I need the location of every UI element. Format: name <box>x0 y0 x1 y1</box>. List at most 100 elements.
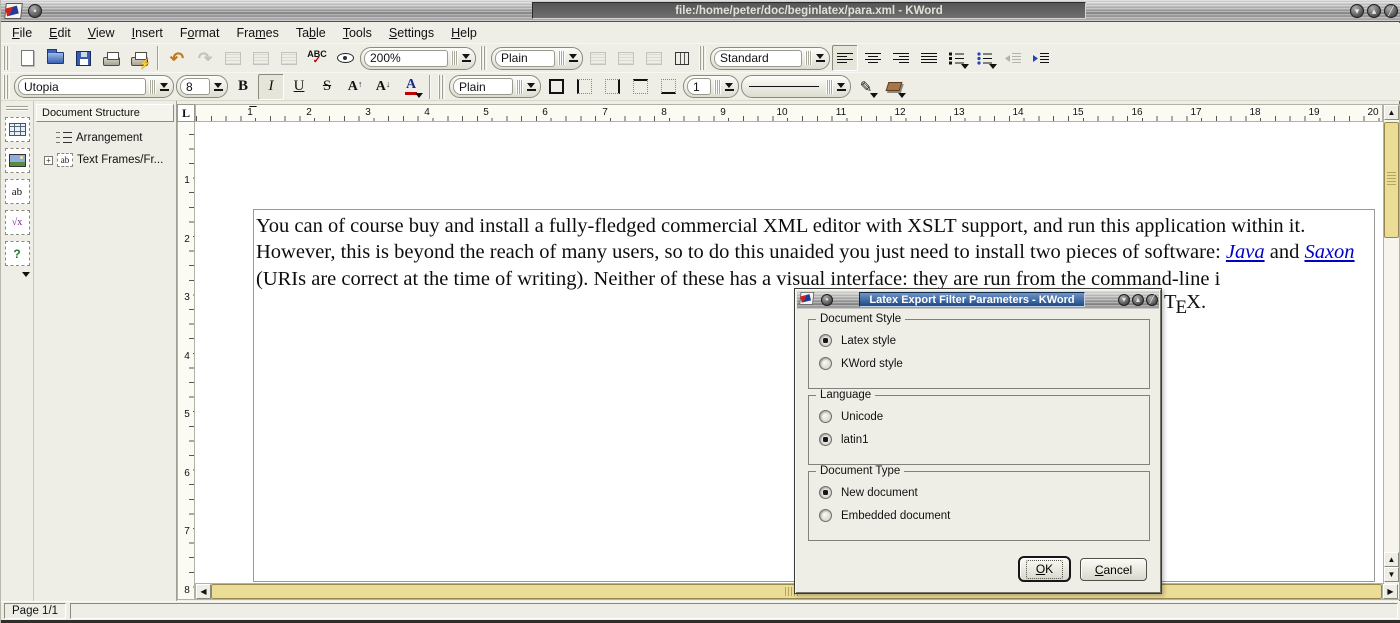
ok-button[interactable]: OK <box>1018 556 1071 582</box>
chevron-down-icon[interactable] <box>159 83 169 91</box>
chevron-down-icon[interactable] <box>526 83 536 91</box>
radio-icon[interactable] <box>819 433 832 446</box>
maximize-button[interactable]: ▴ <box>1367 4 1381 18</box>
named-style-combobox[interactable]: Standard <box>710 47 830 70</box>
window-titlebar[interactable]: • file:/home/peter/doc/beginlatex/para.x… <box>1 0 1400 22</box>
saxon-link[interactable]: Saxon <box>1304 241 1354 263</box>
document-canvas[interactable]: You can of course buy and install a full… <box>195 122 1383 583</box>
border-top-button[interactable] <box>627 74 653 100</box>
chevron-down-icon[interactable] <box>815 54 825 62</box>
tree-item-arrangement[interactable]: Arrangement <box>56 130 176 145</box>
toolbar-handle[interactable] <box>480 46 487 70</box>
new-document-button[interactable] <box>14 45 40 71</box>
insert-text-frame-button[interactable]: ab <box>5 179 30 204</box>
line-style-combobox[interactable] <box>741 75 851 98</box>
toolbar-handle[interactable] <box>3 46 10 70</box>
dialog-titlebar[interactable]: • Latex Export Filter Parameters - KWord… <box>797 291 1159 309</box>
chevron-down-icon[interactable] <box>989 64 997 69</box>
align-right-button[interactable] <box>888 45 914 71</box>
border-style-combobox[interactable]: Plain <box>449 75 541 98</box>
chevron-down-icon[interactable] <box>461 54 471 62</box>
radio-icon[interactable] <box>819 357 832 370</box>
numbered-list-button[interactable] <box>944 45 970 71</box>
menu-format[interactable]: Format <box>180 26 220 40</box>
scroll-left-button[interactable]: ◀ <box>196 584 211 599</box>
menu-file[interactable]: File <box>12 26 32 40</box>
chevron-down-icon[interactable] <box>870 93 878 98</box>
menu-view[interactable]: View <box>88 26 115 40</box>
radio-new-document[interactable]: New document <box>819 486 918 499</box>
toolbar-handle[interactable] <box>3 75 10 99</box>
radio-icon[interactable] <box>819 486 832 499</box>
toolbar-overflow-icon[interactable] <box>22 272 30 277</box>
chevron-down-icon[interactable] <box>415 93 423 98</box>
vertical-scrollbar[interactable]: ▲ ▲ ▼ <box>1383 104 1400 600</box>
align-center-button[interactable] <box>860 45 886 71</box>
print-preview-button[interactable]: ⚡ <box>126 45 152 71</box>
radio-unicode[interactable]: Unicode <box>819 410 883 423</box>
insert-formula-button[interactable]: √x <box>5 210 30 235</box>
menu-help[interactable]: Help <box>451 26 477 40</box>
columns-button[interactable] <box>669 45 695 71</box>
menu-frames[interactable]: Frames <box>236 26 278 40</box>
insert-object-button[interactable]: ? <box>5 241 30 266</box>
sticky-button[interactable]: • <box>28 4 42 18</box>
increase-indent-button[interactable] <box>1028 45 1054 71</box>
toolbar-handle[interactable] <box>699 46 706 70</box>
radio-icon[interactable] <box>819 410 832 423</box>
border-right-button[interactable] <box>599 74 625 100</box>
radio-latex-style[interactable]: Latex style <box>819 334 896 347</box>
insert-picture-button[interactable] <box>5 148 30 173</box>
undo-button[interactable]: ↶ <box>164 45 190 71</box>
align-left-button[interactable] <box>832 45 858 71</box>
radio-icon[interactable] <box>819 509 832 522</box>
menu-tools[interactable]: Tools <box>343 26 372 40</box>
toolbar-handle[interactable] <box>438 75 445 99</box>
dialog-minimize-button[interactable]: ▾ <box>1118 294 1130 306</box>
horizontal-scrollbar[interactable]: ◀ <box>195 583 1383 600</box>
align-justify-button[interactable] <box>916 45 942 71</box>
scroll-up-button[interactable]: ▲ <box>1384 105 1399 120</box>
horizontal-ruler[interactable]: 1 2 3 4 5 6 7 8 9 10 11 12 13 14 15 16 1… <box>195 104 1383 122</box>
border-bottom-button[interactable] <box>655 74 681 100</box>
menu-insert[interactable]: Insert <box>132 26 163 40</box>
tab-type-button[interactable]: L <box>177 104 195 122</box>
open-button[interactable] <box>42 45 68 71</box>
border-color-button[interactable]: ✎ <box>853 74 879 100</box>
scroll-up-button-2[interactable]: ▲ <box>1384 552 1399 567</box>
vertical-scroll-thumb[interactable] <box>1384 122 1399 238</box>
chevron-down-icon[interactable] <box>898 93 906 98</box>
save-button[interactable] <box>70 45 96 71</box>
border-left-button[interactable] <box>571 74 597 100</box>
spellcheck-button[interactable]: ABC✓ <box>304 45 330 71</box>
superscript-button[interactable]: A↑ <box>342 74 368 100</box>
java-link[interactable]: Java <box>1226 241 1265 263</box>
border-width-combobox[interactable]: 1 <box>683 75 739 98</box>
scroll-right-button[interactable]: ▶ <box>1383 584 1398 599</box>
italic-button[interactable]: I <box>258 74 284 100</box>
expander-plus-icon[interactable]: + <box>44 156 53 165</box>
zoom-combobox[interactable]: 200% <box>360 47 476 70</box>
vertical-ruler[interactable]: 1 2 3 4 5 6 7 8 <box>177 122 195 600</box>
menu-settings[interactable]: Settings <box>389 26 434 40</box>
radio-latin1[interactable]: latin1 <box>819 433 869 446</box>
scroll-down-button[interactable]: ▼ <box>1384 567 1399 582</box>
close-button[interactable]: ╱ <box>1384 4 1398 18</box>
font-color-button[interactable]: A <box>398 74 424 100</box>
chevron-down-icon[interactable] <box>724 83 734 91</box>
chevron-down-icon[interactable] <box>568 54 578 62</box>
menu-table[interactable]: Table <box>296 26 326 40</box>
formatting-chars-button[interactable] <box>332 45 358 71</box>
font-family-combobox[interactable]: Utopia <box>14 75 174 98</box>
underline-button[interactable]: U <box>286 74 312 100</box>
dialog-maximize-button[interactable]: ▴ <box>1132 294 1144 306</box>
bold-button[interactable]: B <box>230 74 256 100</box>
dialog-sticky-button[interactable]: • <box>821 294 833 306</box>
toolbar-handle[interactable] <box>6 105 28 111</box>
font-size-combobox[interactable]: 8 <box>176 75 228 98</box>
background-color-button[interactable] <box>881 74 907 100</box>
radio-icon[interactable] <box>819 334 832 347</box>
strikethrough-button[interactable]: S <box>314 74 340 100</box>
dialog-close-button[interactable]: ╱ <box>1146 294 1158 306</box>
radio-embedded-document[interactable]: Embedded document <box>819 509 950 522</box>
